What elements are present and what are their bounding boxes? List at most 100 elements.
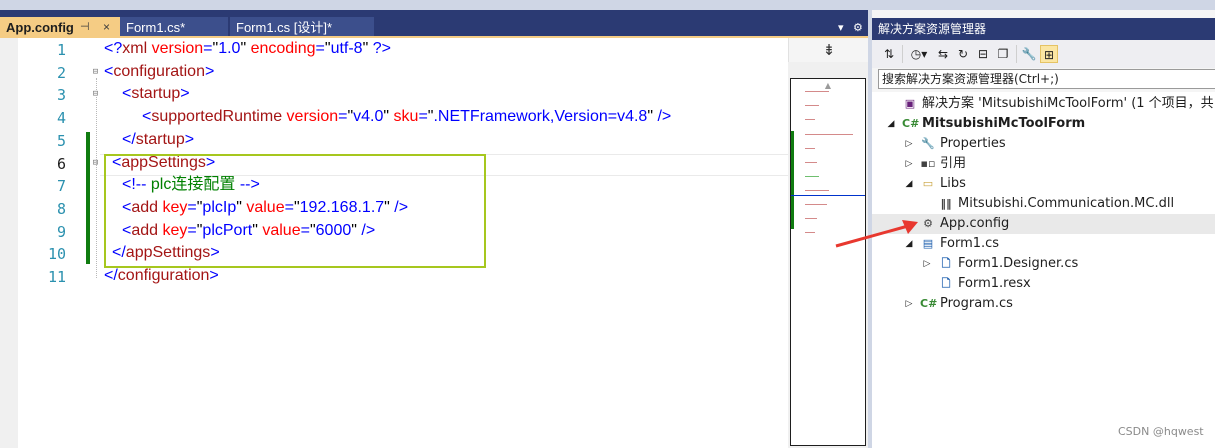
- folder-icon: ▭: [922, 177, 934, 190]
- csharp-project-icon: C#: [902, 117, 920, 130]
- expander-icon[interactable]: ▷: [922, 254, 932, 274]
- tree-item-label: Program.cs: [940, 296, 1013, 311]
- map-text-mark: [805, 119, 815, 120]
- watermark: CSDN @hqwest: [1118, 425, 1204, 438]
- code-line: <startup>: [122, 83, 190, 105]
- solution-tree: ▣ 解决方案 'MitsubishiMcToolForm' (1 个项目，共 1 …: [872, 92, 1215, 448]
- tree-item[interactable]: ◢ C# MitsubishiMcToolForm: [872, 114, 1215, 134]
- map-text-mark: [805, 91, 829, 92]
- line-number: 7: [56, 177, 66, 196]
- code-token: configuration: [117, 267, 210, 284]
- window-top-strip: [0, 0, 1215, 10]
- line-number: 10: [47, 245, 66, 264]
- tree-item-label: Mitsubishi.Communication.MC.dll: [958, 196, 1175, 211]
- expanded-icon[interactable]: ◢: [886, 114, 896, 134]
- map-text-mark: [805, 176, 819, 177]
- toolbar-separator: [1016, 45, 1017, 63]
- refresh-icon[interactable]: ↻: [954, 45, 972, 63]
- vs-switch-icon[interactable]: ⇅: [880, 45, 898, 63]
- code-token: .NETFramework,Version=v4.8: [433, 108, 648, 126]
- toolbar-separator: [902, 45, 903, 63]
- tree-item[interactable]: ▷ ▪▫ 引用: [872, 154, 1215, 174]
- tree-item-label: MitsubishiMcToolForm: [922, 116, 1086, 131]
- wrench-icon[interactable]: 🔧: [1020, 45, 1038, 63]
- collapse-icon[interactable]: ⊟: [974, 45, 992, 63]
- code-token: utf-8: [330, 40, 363, 57]
- tree-item-label: 引用: [940, 156, 967, 171]
- change-tracking-bar: [86, 132, 90, 264]
- expanded-icon[interactable]: ◢: [904, 174, 914, 194]
- editor-tab-bar: App.config ⊣ × Form1.cs* Form1.cs [设计]* …: [0, 10, 868, 38]
- code-token: >: [184, 130, 195, 148]
- code-token: supportedRuntime: [151, 108, 283, 126]
- code-token: v4.0: [353, 108, 384, 126]
- map-change-bar: [791, 131, 794, 229]
- tree-item[interactable]: ◢ ▭ Libs: [872, 174, 1215, 194]
- tab-label: App.config: [6, 20, 74, 35]
- code-token: </: [104, 267, 118, 284]
- solution-icon: ▣: [904, 97, 916, 110]
- scroll-up-icon[interactable]: ▲: [791, 81, 865, 90]
- code-token: xml: [122, 40, 148, 57]
- references-icon: ▪▫: [920, 157, 936, 170]
- tab-dropdown-icon[interactable]: ▾: [838, 21, 844, 34]
- tree-item[interactable]: ‖‖ Mitsubishi.Communication.MC.dll: [872, 194, 1215, 214]
- code-token: <: [122, 85, 132, 103]
- tab-form1-designer[interactable]: Form1.cs [设计]*: [230, 17, 374, 38]
- tab-app-config[interactable]: App.config ⊣ ×: [0, 17, 120, 38]
- line-number: 4: [56, 109, 66, 128]
- preview-icon[interactable]: ⊞: [1040, 45, 1058, 63]
- sync-icon[interactable]: ⇆: [934, 45, 952, 63]
- line-number: 9: [56, 222, 66, 241]
- tab-form1-cs[interactable]: Form1.cs*: [120, 17, 228, 38]
- search-input[interactable]: 搜索解决方案资源管理器(Ctrl+;): [878, 69, 1215, 89]
- code-token: encoding: [246, 40, 316, 57]
- splitter-icon[interactable]: ⇟: [788, 38, 869, 62]
- tree-item-label: Form1.Designer.cs: [958, 256, 1079, 271]
- tree-item-label: 解决方案 'MitsubishiMcToolForm' (1 个项目，共 1 个…: [922, 96, 1215, 111]
- line-number: 5: [56, 131, 66, 150]
- code-token: ?>: [368, 40, 391, 57]
- code-editor[interactable]: 1 2 3 4 5 6 7 8 9 10 11 ⊟ ⊟ ⊟ <?xml version="1.0" …: [0, 38, 869, 448]
- map-text-mark: [805, 218, 817, 219]
- code-line: <supportedRuntime version="v4.0" sku=".N…: [142, 106, 671, 128]
- map-text-mark: [805, 162, 817, 163]
- expander-icon[interactable]: ▷: [904, 134, 914, 154]
- line-number: 6: [56, 154, 66, 173]
- map-text-mark: [805, 190, 829, 191]
- line-number: 3: [56, 86, 66, 105]
- history-icon[interactable]: ◷▾: [906, 45, 932, 63]
- copy-icon[interactable]: ❐: [994, 45, 1012, 63]
- fold-collapse-icon[interactable]: ⊟: [91, 68, 100, 77]
- settings-icon[interactable]: ⚙: [853, 21, 863, 34]
- code-token: <: [104, 62, 114, 80]
- indicator-margin: [0, 38, 18, 448]
- code-line: </configuration>: [104, 265, 219, 287]
- code-token: >: [209, 267, 219, 284]
- code-token: =: [418, 108, 428, 126]
- wrench-icon: 🔧: [921, 137, 935, 150]
- code-token: =: [315, 40, 325, 57]
- map-overview[interactable]: ▲: [790, 78, 866, 446]
- code-token: <?: [104, 40, 123, 57]
- code-token: <: [142, 108, 152, 126]
- tree-item[interactable]: 🗋 Form1.resx: [872, 274, 1215, 294]
- app-settings-highlight-box: [104, 154, 486, 268]
- tree-item-label: Libs: [940, 176, 966, 191]
- tree-item[interactable]: ▣ 解决方案 'MitsubishiMcToolForm' (1 个项目，共 1 …: [872, 94, 1215, 114]
- line-number: 11: [47, 268, 66, 286]
- tree-item[interactable]: ▷ C# Program.cs: [872, 294, 1215, 314]
- library-icon: ‖‖: [940, 197, 952, 210]
- line-number: 1: [56, 41, 66, 59]
- tree-item-label: Form1.cs: [940, 236, 1000, 251]
- solution-explorer-toolbar: ⇅ ◷▾ ⇆ ↻ ⊟ ❐ 🔧 ⊞: [872, 40, 1215, 68]
- expander-icon[interactable]: ▷: [904, 154, 914, 174]
- tree-item[interactable]: ▷ 🔧 Properties: [872, 134, 1215, 154]
- expander-icon[interactable]: ▷: [904, 294, 914, 314]
- pin-icon[interactable]: ⊣: [80, 17, 90, 38]
- tree-item[interactable]: ▷ 🗋 Form1.Designer.cs: [872, 254, 1215, 274]
- code-token: sku: [389, 108, 419, 126]
- close-icon[interactable]: ×: [103, 17, 110, 38]
- file-icon: 🗋: [941, 277, 951, 290]
- tab-label: Form1.cs [设计]*: [236, 20, 333, 35]
